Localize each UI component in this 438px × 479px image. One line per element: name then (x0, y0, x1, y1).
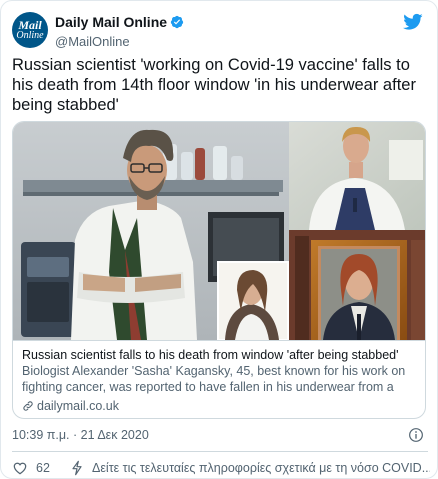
heart-icon (13, 462, 27, 475)
avatar-logo-text: Mail (18, 17, 42, 32)
action-bar: 62 Δείτε τις τελευταίες πληροφορίες σχετ… (12, 459, 432, 477)
avatar-logo-subtext: Online (16, 29, 44, 41)
author-name[interactable]: Daily Mail Online (55, 14, 167, 30)
author-block[interactable]: Daily Mail Online @MailOnline (55, 14, 184, 49)
card-photo-collage (13, 122, 425, 340)
lightning-icon (72, 460, 82, 476)
card-link-row[interactable]: dailymail.co.uk (22, 398, 418, 414)
card-image[interactable] (13, 122, 425, 340)
verified-badge-icon (170, 15, 184, 29)
tweet-text: Russian scientist 'working on Covid-19 v… (12, 56, 416, 114)
twitter-bird-icon[interactable] (403, 13, 423, 31)
author-name-row[interactable]: Daily Mail Online (55, 14, 184, 30)
card-description: Biologist Alexander 'Sasha' Kagansky, 45… (22, 364, 406, 394)
card-body[interactable]: Russian scientist falls to his death fro… (13, 340, 425, 418)
card-domain[interactable]: dailymail.co.uk (37, 398, 119, 414)
card-title[interactable]: Russian scientist falls to his death fro… (22, 347, 418, 363)
tweet-timestamp[interactable]: 10:39 π.μ. · 21 Δεκ 2020 (12, 428, 149, 442)
author-avatar[interactable]: Mail Online (12, 12, 48, 48)
embedded-tweet: Mail Online Daily Mail Online @MailOnlin… (0, 0, 438, 479)
covid-info-link[interactable]: Δείτε τις τελευταίες πληροφορίες σχετικά… (70, 460, 430, 476)
covid-info-text[interactable]: Δείτε τις τελευταίες πληροφορίες σχετικά… (92, 461, 430, 475)
like-button[interactable]: 62 (12, 460, 64, 476)
info-icon[interactable] (408, 427, 424, 443)
link-card[interactable]: Russian scientist falls to his death fro… (12, 121, 426, 419)
divider (12, 451, 428, 452)
link-icon (23, 401, 33, 411)
author-handle[interactable]: @MailOnline (55, 34, 184, 49)
like-count: 62 (36, 461, 50, 475)
